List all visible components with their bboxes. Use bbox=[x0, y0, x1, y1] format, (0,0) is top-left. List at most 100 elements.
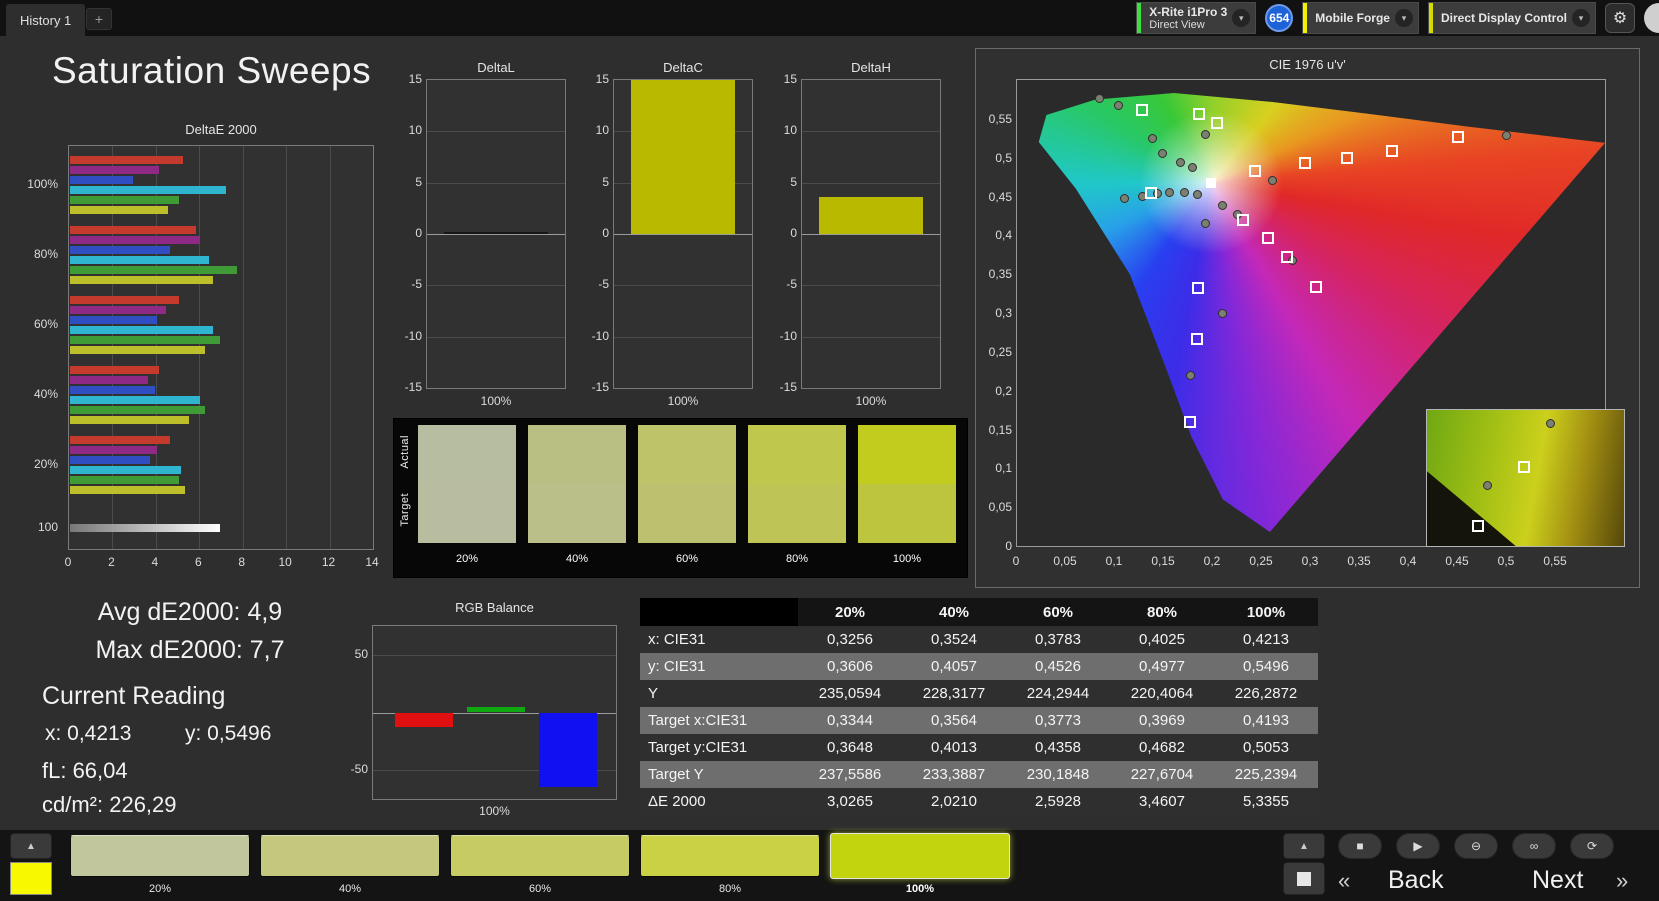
next-page-icon-button[interactable]: » bbox=[1616, 868, 1628, 894]
deltal-x-label: 100% bbox=[480, 394, 512, 408]
play-button[interactable]: ▶ bbox=[1396, 833, 1440, 859]
measured-point bbox=[1176, 157, 1186, 167]
current-fl-reading: fL: 66,04 bbox=[42, 758, 128, 783]
deltac-x-label: 100% bbox=[667, 394, 699, 408]
y-tick-label: 0 bbox=[415, 226, 422, 240]
table-row: Target x:CIE31 0,3344 0,3564 0,3773 0,3969 0,… bbox=[640, 707, 1318, 734]
table-row: y: CIE31 0,3606 0,4057 0,4526 0,4977 0,5496 bbox=[640, 653, 1318, 680]
edge-button[interactable] bbox=[1644, 3, 1659, 33]
table-header-row: 20% 40% 60% 80% 100% bbox=[640, 598, 1318, 626]
table-row-label: Target x:CIE31 bbox=[648, 712, 748, 729]
actual-swatch bbox=[528, 425, 626, 484]
table-cell-value: 228,3177 bbox=[922, 685, 986, 702]
chevron-down-icon[interactable]: ▾ bbox=[1232, 9, 1251, 27]
square-patch-icon bbox=[1297, 871, 1311, 886]
chevron-down-icon[interactable]: ▾ bbox=[1394, 9, 1413, 27]
measured-point bbox=[1218, 308, 1228, 318]
table-row: Y 235,0594 228,3177 224,2944 220,4064 226,287… bbox=[640, 680, 1318, 707]
actual-swatch bbox=[858, 425, 956, 484]
y-tick-label: 0,55 bbox=[988, 111, 1012, 126]
deltae-bar bbox=[70, 466, 181, 474]
saturation-level-strip: 20% 40% 60% 80% 100% bbox=[70, 833, 1080, 897]
gridline bbox=[286, 146, 288, 549]
table-column-header: 60% bbox=[1006, 598, 1110, 626]
actual-swatch bbox=[418, 425, 516, 484]
display-control-selector[interactable]: Direct Display Control ▾ bbox=[1427, 2, 1596, 34]
next-button[interactable]: Next bbox=[1532, 866, 1583, 895]
target-point bbox=[1261, 232, 1274, 245]
y-tick-label: 15 bbox=[783, 72, 797, 86]
source-name: Mobile Forge bbox=[1315, 11, 1390, 25]
target-point bbox=[1249, 164, 1262, 177]
table-cell-value: 237,5586 bbox=[818, 766, 882, 783]
target-row-label: Target bbox=[399, 493, 411, 527]
target-point bbox=[1386, 145, 1399, 158]
y-tick-label: 80% bbox=[33, 247, 58, 261]
fullfield-patch-button[interactable] bbox=[1283, 862, 1325, 895]
previous-page-icon-button[interactable]: « bbox=[1338, 868, 1350, 894]
source-labels: Mobile Forge bbox=[1315, 11, 1390, 25]
controls-expand-button[interactable]: ▲ bbox=[1283, 833, 1325, 859]
table-column-header: 40% bbox=[902, 598, 1006, 626]
rgb-bar-green bbox=[467, 706, 525, 713]
gear-icon: ⚙ bbox=[1612, 10, 1628, 27]
saturation-level-40%[interactable] bbox=[260, 835, 440, 877]
deltae-bar bbox=[70, 406, 205, 414]
y-tick-label: 15 bbox=[595, 72, 609, 86]
deltae-bar bbox=[70, 296, 179, 304]
chevron-down-icon[interactable]: ▾ bbox=[1572, 9, 1590, 27]
gridline bbox=[802, 234, 940, 235]
target-point bbox=[1299, 157, 1312, 170]
deltae-bar bbox=[70, 346, 205, 354]
tab-history-1[interactable]: History 1 bbox=[6, 4, 86, 36]
saturation-level-80%[interactable] bbox=[640, 835, 820, 877]
white-point bbox=[1206, 177, 1217, 188]
add-tab-button[interactable]: + bbox=[86, 8, 112, 30]
deltae-bar bbox=[70, 446, 157, 454]
y-tick-label: -5 bbox=[598, 277, 609, 292]
saturation-level-100%[interactable] bbox=[830, 833, 1010, 879]
source-selector[interactable]: Mobile Forge ▾ bbox=[1302, 2, 1419, 34]
continuous-measure-button[interactable]: ∞ bbox=[1512, 833, 1556, 859]
y-tick-label: 0,15 bbox=[988, 422, 1012, 437]
deltac-chart: DeltaC 100% 15 10 5 0 -5 -10 -15 bbox=[567, 60, 757, 415]
deltal-chart: DeltaL 100% 15 10 5 0 -5 -10 -15 bbox=[380, 60, 570, 415]
saturation-level-20%[interactable] bbox=[70, 835, 250, 877]
y-tick-label: 100% bbox=[27, 177, 58, 191]
stop-button[interactable]: ■ bbox=[1338, 833, 1382, 859]
deltac-chart-title: DeltaC bbox=[663, 60, 703, 75]
deltae-bar bbox=[70, 196, 179, 204]
single-measure-button[interactable]: ⊖ bbox=[1454, 833, 1498, 859]
x-tick-label: 0,15 bbox=[1151, 554, 1175, 568]
avg-de2000-reading: Avg dE2000: 4,9 bbox=[97, 598, 283, 626]
meter-selector[interactable]: X-Rite i1Pro 3 Direct View ▾ bbox=[1136, 2, 1257, 34]
back-button[interactable]: Back bbox=[1388, 866, 1444, 895]
current-y-reading: y: 0,5496 bbox=[185, 722, 272, 745]
table-column-header: 20% bbox=[798, 598, 902, 626]
x-tick-label: 10 bbox=[278, 555, 292, 569]
y-tick-label: 60% bbox=[33, 317, 58, 331]
table-cell-value: 0,5053 bbox=[1243, 739, 1289, 756]
target-swatch bbox=[418, 484, 516, 543]
gridline bbox=[242, 146, 244, 549]
y-tick-label: 0 bbox=[1005, 539, 1012, 553]
deltae-bar bbox=[70, 476, 179, 484]
up-arrow-icon: ▲ bbox=[26, 840, 36, 852]
delta-value-bar bbox=[631, 80, 735, 234]
y-tick-label: 5 bbox=[602, 174, 609, 189]
y-tick-label: -15 bbox=[591, 380, 609, 394]
patch-panel-expand-button[interactable]: ▲ bbox=[10, 833, 52, 859]
deltae-bar bbox=[70, 524, 220, 532]
table-cell-value: 233,3887 bbox=[922, 766, 986, 783]
rgb-balance-chart: RGB Balance 100% 50 -50 bbox=[340, 600, 630, 818]
settings-button[interactable]: ⚙ bbox=[1605, 3, 1635, 33]
table-cell-value: 0,3783 bbox=[1035, 631, 1081, 648]
y-tick-label: -10 bbox=[591, 328, 609, 343]
measured-point bbox=[1200, 219, 1210, 229]
saturation-level-60%[interactable] bbox=[450, 835, 630, 877]
table-cell-value: 0,3344 bbox=[827, 712, 873, 729]
table-corner-cell bbox=[640, 598, 798, 626]
refresh-button[interactable]: ⟳ bbox=[1570, 833, 1614, 859]
inset-measured-point bbox=[1546, 418, 1556, 428]
y-tick-label: -5 bbox=[411, 277, 422, 292]
